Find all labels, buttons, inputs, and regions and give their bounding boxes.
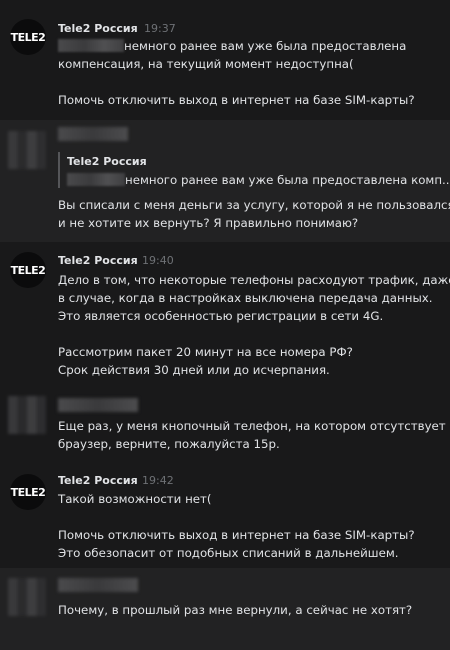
redacted-name [67, 173, 125, 186]
tele2-avatar[interactable]: TELE2 [10, 19, 46, 55]
message-tele2-1937: TELE2 Tele2 Россия 19:37 немного ранее в… [0, 0, 450, 115]
message-text-line: Это является особенностью регистрации в … [58, 309, 384, 323]
quoted-sender[interactable]: Tele2 Россия [67, 155, 147, 168]
tele2-logo-icon: TELE2 [10, 30, 46, 44]
sender-name[interactable]: Tele2 Россия [58, 254, 138, 267]
message-user-reply: Tele2 Россия немного ранее вам уже была … [0, 120, 450, 242]
message-time[interactable]: 19:40 [142, 254, 174, 267]
message-text-line: Дело в том, что некоторые телефоны расхо… [58, 273, 450, 287]
message-text-line: Помочь отключить выход в интернет на баз… [58, 93, 415, 107]
quote-bar [58, 152, 60, 188]
message-time[interactable]: 19:37 [144, 22, 176, 35]
quoted-text[interactable]: немного ранее вам уже была предоставлена… [67, 172, 450, 188]
message-tele2-1940: TELE2 Tele2 Россия 19:40 Дело в том, что… [0, 242, 450, 387]
message-tele2-1942: TELE2 Tele2 Россия 19:42 Такой возможнос… [0, 463, 450, 568]
message-time[interactable]: 19:42 [142, 474, 174, 487]
user-name-redacted [58, 578, 138, 592]
tele2-logo-icon: TELE2 [10, 263, 46, 277]
message-user: Еще раз, у меня кнопочный телефон, на ко… [0, 388, 450, 463]
user-avatar[interactable] [8, 396, 46, 434]
tele2-logo-icon: TELE2 [10, 485, 46, 499]
message-text-line: компенсация, на текущий момент недоступн… [58, 57, 354, 71]
sender-name[interactable]: Tele2 Россия [58, 474, 138, 487]
message-text-line: в случае, когда в настройках выключена п… [58, 291, 433, 305]
message-text-line: Срок действия 30 дней или до исчерпания. [58, 363, 330, 377]
message-text-line: Помочь отключить выход в интернет на баз… [58, 528, 415, 542]
message-text-line: браузер, верните, пожалуйста 15р. [58, 437, 280, 451]
user-name-redacted [58, 127, 128, 141]
message-text-line: Еще раз, у меня кнопочный телефон, на ко… [58, 419, 446, 433]
message-text-line: Такой возможности нет( [58, 492, 212, 506]
user-avatar[interactable] [8, 131, 46, 169]
message-text-line: Это обезопасит от подобных списаний в да… [58, 546, 399, 560]
message-text-line: и не хотите их вернуть? Я правильно пони… [58, 216, 359, 230]
message-text-line: Вы списали с меня деньги за услугу, кото… [58, 198, 450, 212]
message-text-line: немного ранее вам уже была предоставлена [58, 38, 406, 54]
message-user-last: Почему, в прошлый раз мне вернули, а сей… [0, 568, 450, 650]
user-avatar[interactable] [8, 578, 46, 616]
user-name-redacted [58, 398, 138, 412]
sender-name[interactable]: Tele2 Россия [58, 22, 138, 35]
message-text-line: Почему, в прошлый раз мне вернули, а сей… [58, 603, 413, 617]
tele2-avatar[interactable]: TELE2 [10, 252, 46, 288]
tele2-avatar[interactable]: TELE2 [10, 474, 46, 510]
message-text-line: Рассмотрим пакет 20 минут на все номера … [58, 345, 353, 359]
redacted-name [58, 39, 124, 52]
